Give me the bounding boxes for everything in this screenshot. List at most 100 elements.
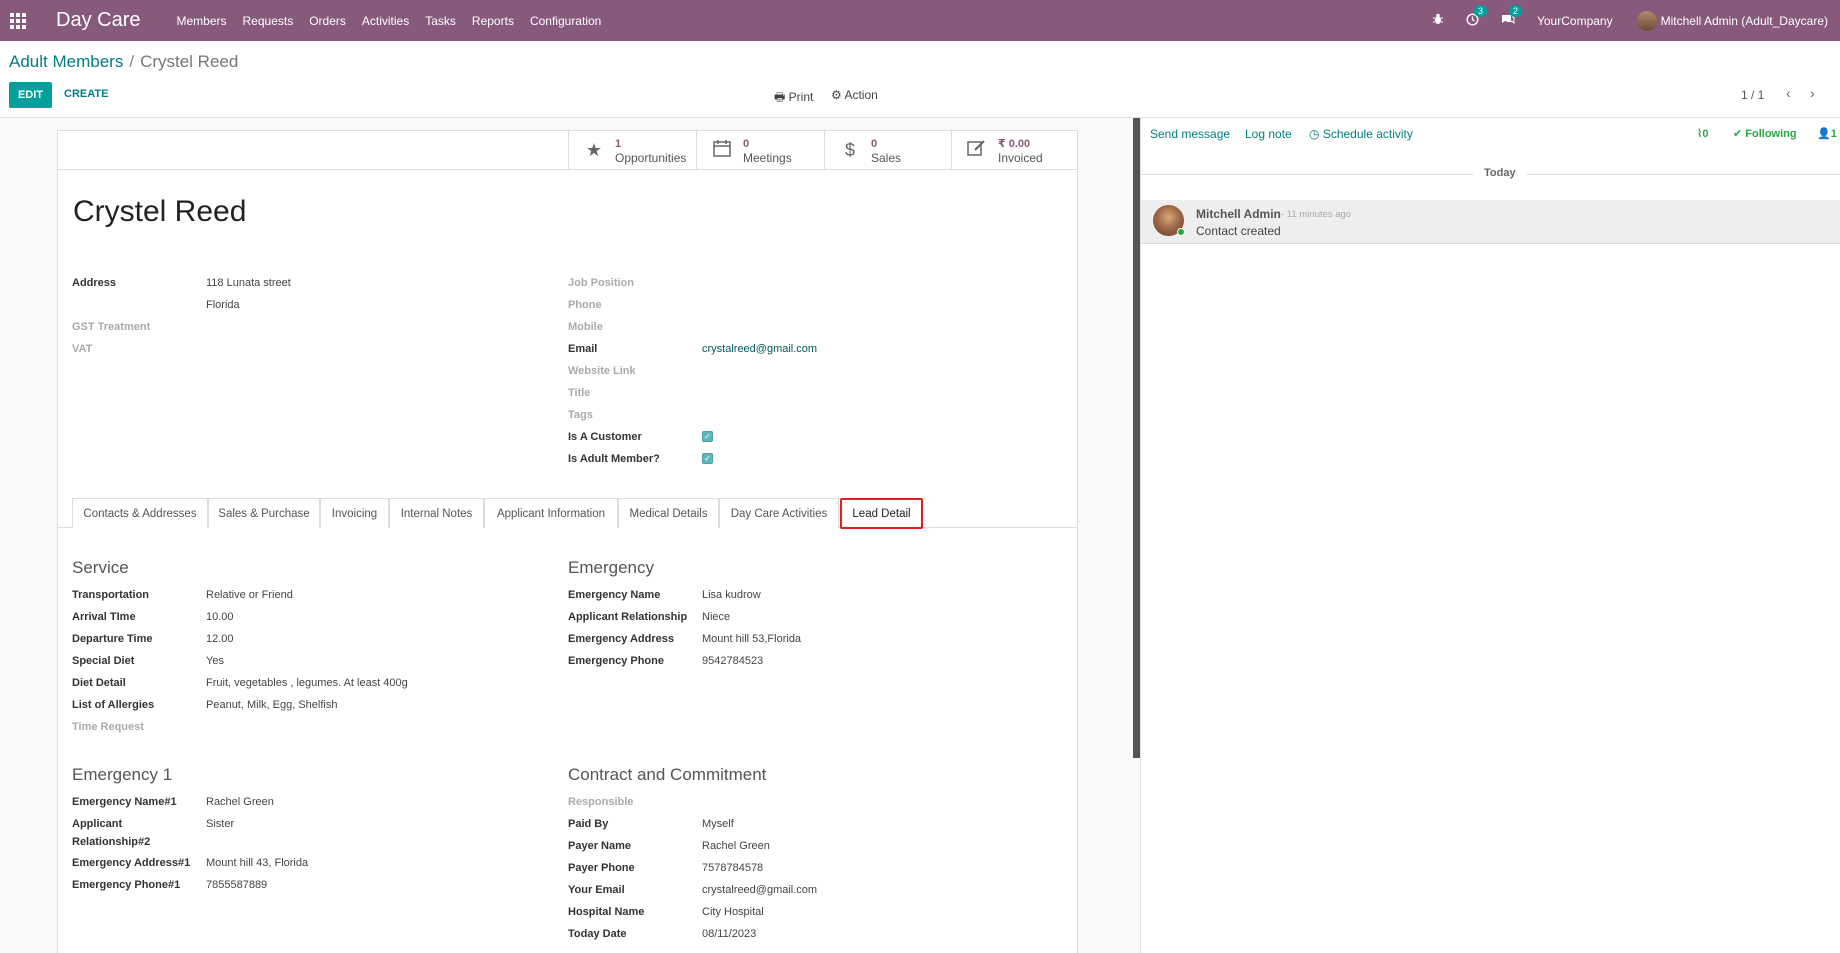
message-author[interactable]: Mitchell Admin	[1196, 207, 1281, 221]
emergency-phone-label: Emergency Phone	[568, 655, 664, 667]
tab-contacts-addresses[interactable]: Contacts & Addresses	[72, 498, 208, 528]
emergency-phone1-label: Emergency Phone#1	[72, 879, 181, 891]
today-date-label: Today Date	[568, 928, 627, 940]
form-scrollbar[interactable]	[1133, 118, 1140, 758]
transportation-value: Relative or Friend	[206, 589, 293, 601]
tab-day-care-activities[interactable]: Day Care Activities	[719, 498, 839, 528]
emergency-name1-label: Emergency Name#1	[72, 796, 177, 808]
breadcrumb-parent[interactable]: Adult Members	[9, 52, 123, 71]
apps-menu-icon[interactable]	[1, 0, 35, 41]
menu-activities[interactable]: Activities	[362, 14, 409, 28]
today-label: Today	[1474, 167, 1526, 179]
tags-label: Tags	[568, 409, 593, 421]
tab-invoicing[interactable]: Invoicing	[320, 498, 389, 528]
meetings-count: 0	[743, 137, 750, 150]
pager-next-icon[interactable]: ›	[1810, 85, 1815, 101]
meetings-stat-button[interactable]: 0 Meetings	[696, 131, 824, 170]
email-link[interactable]: crystalreed@gmail.com	[702, 343, 817, 355]
edit-button[interactable]: EDIT	[9, 82, 52, 108]
user-menu[interactable]: Mitchell Admin (Adult_Daycare)	[1636, 10, 1828, 31]
title-label: Title	[568, 387, 591, 399]
message-time: - 11 minutes ago	[1281, 209, 1352, 220]
menu-members[interactable]: Members	[176, 14, 226, 28]
opportunities-count: 1	[615, 137, 622, 150]
time-request-label: Time Request	[72, 721, 144, 733]
applicant-label: Applicant	[72, 818, 123, 830]
emergency-name-label: Emergency Name	[568, 589, 661, 601]
create-button[interactable]: CREATE	[64, 88, 108, 100]
print-button[interactable]: 🖶 Print	[774, 88, 813, 109]
menu-tasks[interactable]: Tasks	[425, 14, 456, 28]
payer-phone-value: 7578784578	[702, 862, 764, 874]
action-button[interactable]: ⚙ Action	[831, 88, 878, 102]
send-message-button[interactable]: Send message	[1150, 127, 1230, 141]
diet-detail-value: Fruit, vegetables , legumes. At least 40…	[206, 677, 408, 689]
paid-by-value: Myself	[702, 818, 734, 830]
invoiced-label: Invoiced	[998, 150, 1043, 165]
pager-value[interactable]: 1 / 1	[1741, 88, 1764, 102]
schedule-activity-button[interactable]: ◷ Schedule activity	[1309, 127, 1413, 141]
sales-stat-button[interactable]: $ 0 Sales	[824, 131, 952, 170]
responsible-label: Responsible	[568, 796, 634, 808]
menu-configuration[interactable]: Configuration	[530, 14, 601, 28]
menu-requests[interactable]: Requests	[243, 14, 294, 28]
form-sheet: ★ 1 Opportunities 0 Meetings $ 0 Sales ₹ 0.…	[57, 130, 1078, 953]
payer-name-value: Rachel Green	[702, 840, 770, 852]
hospital-name-label: Hospital Name	[568, 906, 645, 918]
following-button[interactable]: ✔ Following	[1733, 127, 1797, 140]
emergency1-section-title: Emergency 1	[72, 765, 173, 784]
edit-icon	[964, 139, 990, 162]
breadcrumb: Adult Members / Crystel Reed	[9, 52, 238, 72]
app-brand[interactable]: Day Care	[56, 9, 140, 32]
relationship2-value: Sister	[206, 818, 235, 830]
is-customer-checkbox[interactable]: ✓	[702, 431, 713, 442]
messages-chat-icon[interactable]: 2	[1501, 5, 1522, 28]
tab-medical-details[interactable]: Medical Details	[618, 498, 719, 528]
menu-orders[interactable]: Orders	[309, 14, 346, 28]
followers-count: 1	[1830, 128, 1837, 140]
activity-clock-icon[interactable]: 3	[1466, 4, 1487, 29]
contract-section-title: Contract and Commitment	[568, 765, 767, 784]
check-icon: ✔	[1733, 128, 1743, 140]
user-icon: 👤	[1817, 128, 1831, 140]
is-adult-member-checkbox[interactable]: ✓	[702, 453, 713, 464]
attachments-button[interactable]: ⌇0	[1697, 127, 1709, 140]
arrival-time-value: 10.00	[206, 611, 234, 623]
log-note-button[interactable]: Log note	[1245, 127, 1292, 141]
emergency-phone-value: 9542784523	[702, 655, 764, 667]
vat-label: VAT	[72, 343, 93, 355]
star-icon: ★	[585, 140, 603, 160]
tab-sales-purchase[interactable]: Sales & Purchase	[208, 498, 320, 528]
pager-previous-icon[interactable]: ‹	[1786, 85, 1791, 101]
invoiced-stat-button[interactable]: ₹ 0.00 Invoiced	[951, 131, 1077, 170]
emergency-name1-value: Rachel Green	[206, 796, 274, 808]
smart-button-bar: ★ 1 Opportunities 0 Meetings $ 0 Sales ₹ 0.…	[58, 131, 1077, 170]
allergies-value: Peanut, Milk, Egg, Shelfish	[206, 699, 338, 711]
message-count-badge: 2	[1508, 5, 1522, 17]
phone-label: Phone	[568, 299, 602, 311]
opportunities-stat-button[interactable]: ★ 1 Opportunities	[568, 131, 696, 170]
state-value: Florida	[206, 299, 240, 311]
breadcrumb-current: Crystel Reed	[140, 52, 239, 71]
sales-label: Sales	[871, 150, 902, 165]
website-label: Website Link	[568, 365, 636, 377]
departure-time-label: Departure Time	[72, 633, 153, 645]
followers-button[interactable]: 👤1	[1817, 127, 1837, 140]
diet-detail-label: Diet Detail	[72, 677, 126, 689]
online-status-icon	[1177, 228, 1185, 236]
gear-icon: ⚙	[831, 88, 842, 102]
job-position-label: Job Position	[568, 277, 634, 289]
tab-lead-detail[interactable]: Lead Detail	[840, 498, 923, 529]
breadcrumb-separator: /	[129, 52, 135, 71]
payer-name-label: Payer Name	[568, 840, 631, 852]
debug-bug-icon[interactable]	[1432, 13, 1444, 28]
chatter-panel: Send message Log note ◷ Schedule activit…	[1140, 118, 1840, 953]
company-switcher[interactable]: YourCompany	[1537, 14, 1613, 28]
applicant-relationship-label: Applicant Relationship	[568, 611, 688, 623]
tab-internal-notes[interactable]: Internal Notes	[389, 498, 484, 528]
clock-icon: ◷	[1309, 127, 1320, 141]
tab-applicant-information[interactable]: Applicant Information	[484, 498, 618, 528]
form-notebook-tabs: Contacts & Addresses Sales & Purchase In…	[58, 498, 1077, 529]
relationship2-label: Relationship#2	[72, 836, 151, 848]
menu-reports[interactable]: Reports	[472, 14, 514, 28]
